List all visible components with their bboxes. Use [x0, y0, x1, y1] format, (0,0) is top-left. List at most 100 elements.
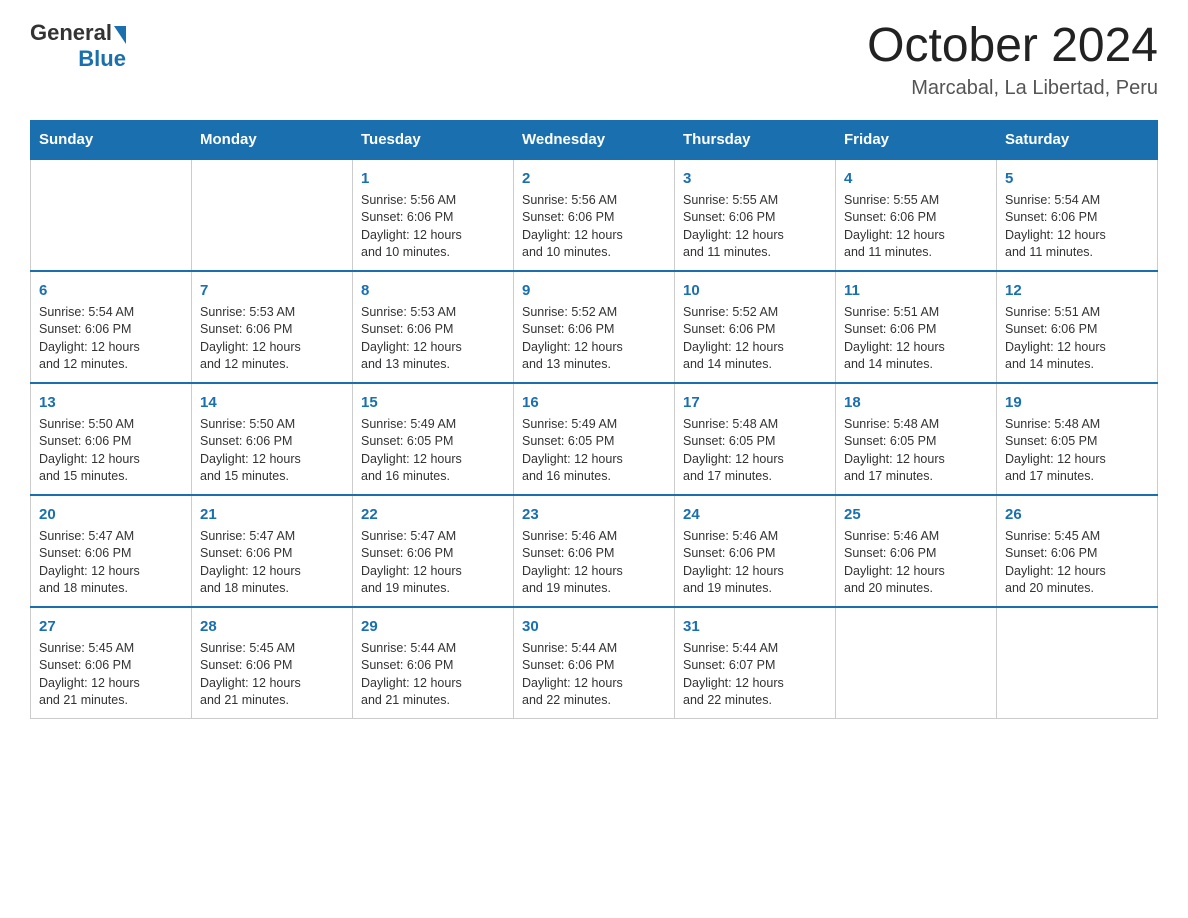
calendar-cell: 11Sunrise: 5:51 AM Sunset: 6:06 PM Dayli… — [836, 271, 997, 383]
calendar-cell — [836, 607, 997, 719]
calendar-cell: 23 Sunrise: 5:46 AM Sunset: 6:06 PM Dayli… — [514, 495, 675, 607]
weekday-header-row: SundayMondayTuesdayWednesdayThursdayFrid… — [31, 120, 1158, 159]
day-number: 28 — [200, 616, 344, 637]
calendar-cell: 22Sunrise: 5:47 AM Sunset: 6:06 PM Dayli… — [353, 495, 514, 607]
day-info: Sunrise: 5:56 AM Sunset: 6:06 PM Dayligh… — [522, 192, 666, 262]
day-info: Sunrise: 5:47 AM Sunset: 6:06 PM Dayligh… — [200, 528, 344, 598]
week-row-2: 6 Sunrise: 5:54 AM Sunset: 6:06 PM Daylig… — [31, 271, 1158, 383]
day-number: 19 — [1005, 392, 1149, 413]
day-info: Sunrise: 5:53 AM Sunset: 6:06 PM Dayligh… — [361, 304, 505, 374]
day-number: 9 — [522, 280, 666, 301]
day-info: Sunrise: 5:54 AM Sunset: 6:06 PM Dayligh… — [1005, 192, 1149, 262]
day-info: Sunrise: 5:55 AM Sunset: 6:06 PM Dayligh… — [683, 192, 827, 262]
day-info: Sunrise: 5:51 AM Sunset: 6:06 PM Dayligh… — [1005, 304, 1149, 374]
day-info: Sunrise: 5:48 AM Sunset: 6:05 PM Dayligh… — [683, 416, 827, 486]
day-number: 30 — [522, 616, 666, 637]
calendar-cell: 16 Sunrise: 5:49 AM Sunset: 6:05 PM Dayli… — [514, 383, 675, 495]
day-info: Sunrise: 5:46 AM Sunset: 6:06 PM Dayligh… — [844, 528, 988, 598]
day-number: 10 — [683, 280, 827, 301]
calendar-cell: 10 Sunrise: 5:52 AM Sunset: 6:06 PM Dayli… — [675, 271, 836, 383]
month-title: October 2024 — [867, 20, 1158, 73]
day-number: 21 — [200, 504, 344, 525]
day-number: 24 — [683, 504, 827, 525]
day-info: Sunrise: 5:45 AM Sunset: 6:06 PM Dayligh… — [39, 640, 183, 710]
calendar-cell: 13 Sunrise: 5:50 AM Sunset: 6:06 PM Dayli… — [31, 383, 192, 495]
day-number: 5 — [1005, 168, 1149, 189]
calendar-cell: 14 Sunrise: 5:50 AM Sunset: 6:06 PM Dayli… — [192, 383, 353, 495]
day-info: Sunrise: 5:55 AM Sunset: 6:06 PM Dayligh… — [844, 192, 988, 262]
day-info: Sunrise: 5:51 AM Sunset: 6:06 PM Dayligh… — [844, 304, 988, 374]
day-number: 16 — [522, 392, 666, 413]
day-info: Sunrise: 5:44 AM Sunset: 6:06 PM Dayligh… — [361, 640, 505, 710]
day-number: 1 — [361, 168, 505, 189]
day-info: Sunrise: 5:53 AM Sunset: 6:06 PM Dayligh… — [200, 304, 344, 374]
day-number: 13 — [39, 392, 183, 413]
day-number: 7 — [200, 280, 344, 301]
day-info: Sunrise: 5:56 AM Sunset: 6:06 PM Dayligh… — [361, 192, 505, 262]
calendar-cell: 18 Sunrise: 5:48 AM Sunset: 6:05 PM Dayli… — [836, 383, 997, 495]
day-info: Sunrise: 5:52 AM Sunset: 6:06 PM Dayligh… — [683, 304, 827, 374]
day-info: Sunrise: 5:52 AM Sunset: 6:06 PM Dayligh… — [522, 304, 666, 374]
calendar-cell: 6 Sunrise: 5:54 AM Sunset: 6:06 PM Daylig… — [31, 271, 192, 383]
calendar-cell: 7 Sunrise: 5:53 AM Sunset: 6:06 PM Daylig… — [192, 271, 353, 383]
calendar-cell: 2 Sunrise: 5:56 AM Sunset: 6:06 PM Daylig… — [514, 159, 675, 271]
calendar-cell: 24 Sunrise: 5:46 AM Sunset: 6:06 PM Dayli… — [675, 495, 836, 607]
day-number: 29 — [361, 616, 505, 637]
day-info: Sunrise: 5:50 AM Sunset: 6:06 PM Dayligh… — [39, 416, 183, 486]
calendar-cell — [31, 159, 192, 271]
calendar-cell: 27Sunrise: 5:45 AM Sunset: 6:06 PM Dayli… — [31, 607, 192, 719]
day-number: 23 — [522, 504, 666, 525]
weekday-header-sunday: Sunday — [31, 120, 192, 159]
title-area: October 2024 Marcabal, La Libertad, Peru — [867, 20, 1158, 100]
day-number: 20 — [39, 504, 183, 525]
calendar-cell: 20 Sunrise: 5:47 AM Sunset: 6:06 PM Dayli… — [31, 495, 192, 607]
page-header: General Blue October 2024 Marcabal, La L… — [30, 20, 1158, 100]
week-row-4: 20 Sunrise: 5:47 AM Sunset: 6:06 PM Dayli… — [31, 495, 1158, 607]
calendar-table: SundayMondayTuesdayWednesdayThursdayFrid… — [30, 120, 1158, 719]
day-info: Sunrise: 5:47 AM Sunset: 6:06 PM Dayligh… — [39, 528, 183, 598]
day-info: Sunrise: 5:48 AM Sunset: 6:05 PM Dayligh… — [1005, 416, 1149, 486]
weekday-header-friday: Friday — [836, 120, 997, 159]
day-number: 18 — [844, 392, 988, 413]
day-number: 8 — [361, 280, 505, 301]
day-number: 2 — [522, 168, 666, 189]
calendar-cell: 1 Sunrise: 5:56 AM Sunset: 6:06 PM Daylig… — [353, 159, 514, 271]
day-info: Sunrise: 5:44 AM Sunset: 6:07 PM Dayligh… — [683, 640, 827, 710]
day-info: Sunrise: 5:49 AM Sunset: 6:05 PM Dayligh… — [361, 416, 505, 486]
calendar-cell: 17 Sunrise: 5:48 AM Sunset: 6:05 PM Dayli… — [675, 383, 836, 495]
day-info: Sunrise: 5:46 AM Sunset: 6:06 PM Dayligh… — [522, 528, 666, 598]
day-info: Sunrise: 5:49 AM Sunset: 6:05 PM Dayligh… — [522, 416, 666, 486]
day-info: Sunrise: 5:45 AM Sunset: 6:06 PM Dayligh… — [1005, 528, 1149, 598]
week-row-5: 27Sunrise: 5:45 AM Sunset: 6:06 PM Dayli… — [31, 607, 1158, 719]
weekday-header-wednesday: Wednesday — [514, 120, 675, 159]
calendar-cell: 3 Sunrise: 5:55 AM Sunset: 6:06 PM Daylig… — [675, 159, 836, 271]
logo-general: General — [30, 20, 112, 46]
day-number: 22 — [361, 504, 505, 525]
day-number: 6 — [39, 280, 183, 301]
day-info: Sunrise: 5:54 AM Sunset: 6:06 PM Dayligh… — [39, 304, 183, 374]
day-number: 3 — [683, 168, 827, 189]
calendar-cell — [997, 607, 1158, 719]
day-number: 4 — [844, 168, 988, 189]
logo-triangle-icon — [114, 26, 126, 44]
day-info: Sunrise: 5:50 AM Sunset: 6:06 PM Dayligh… — [200, 416, 344, 486]
day-number: 14 — [200, 392, 344, 413]
day-number: 15 — [361, 392, 505, 413]
weekday-header-tuesday: Tuesday — [353, 120, 514, 159]
day-info: Sunrise: 5:46 AM Sunset: 6:06 PM Dayligh… — [683, 528, 827, 598]
calendar-cell: 5 Sunrise: 5:54 AM Sunset: 6:06 PM Daylig… — [997, 159, 1158, 271]
calendar-cell: 8 Sunrise: 5:53 AM Sunset: 6:06 PM Daylig… — [353, 271, 514, 383]
day-info: Sunrise: 5:48 AM Sunset: 6:05 PM Dayligh… — [844, 416, 988, 486]
calendar-cell: 21 Sunrise: 5:47 AM Sunset: 6:06 PM Dayli… — [192, 495, 353, 607]
location-title: Marcabal, La Libertad, Peru — [867, 77, 1158, 100]
day-info: Sunrise: 5:45 AM Sunset: 6:06 PM Dayligh… — [200, 640, 344, 710]
logo: General Blue — [30, 20, 126, 72]
calendar-cell: 26Sunrise: 5:45 AM Sunset: 6:06 PM Dayli… — [997, 495, 1158, 607]
calendar-cell: 4 Sunrise: 5:55 AM Sunset: 6:06 PM Daylig… — [836, 159, 997, 271]
day-number: 17 — [683, 392, 827, 413]
day-number: 31 — [683, 616, 827, 637]
week-row-3: 13 Sunrise: 5:50 AM Sunset: 6:06 PM Dayli… — [31, 383, 1158, 495]
calendar-cell: 28 Sunrise: 5:45 AM Sunset: 6:06 PM Dayli… — [192, 607, 353, 719]
logo-blue: Blue — [78, 46, 126, 72]
week-row-1: 1 Sunrise: 5:56 AM Sunset: 6:06 PM Daylig… — [31, 159, 1158, 271]
